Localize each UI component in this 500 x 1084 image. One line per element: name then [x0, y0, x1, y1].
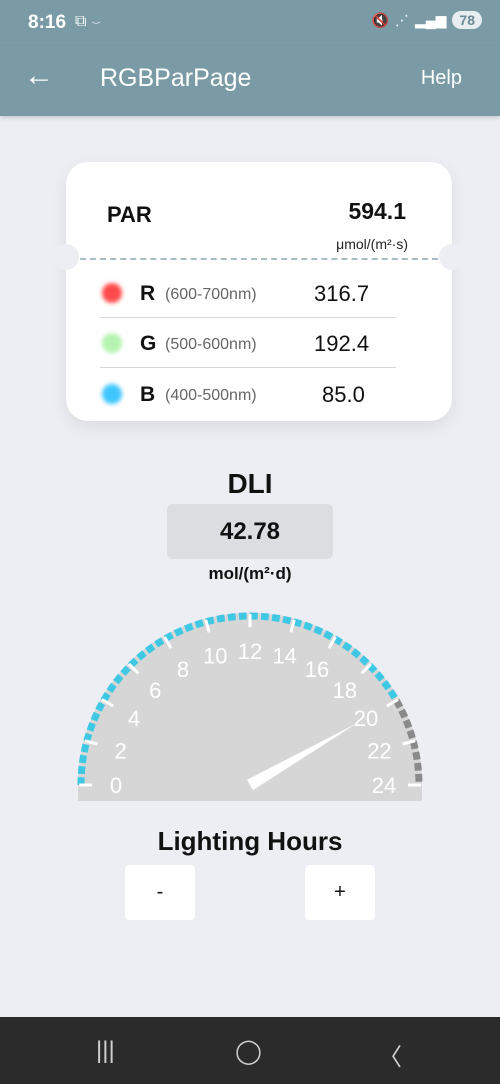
gauge-tick-label: 10: [203, 644, 227, 669]
app-bar: ← RGBParPage Help: [0, 46, 500, 116]
dli-title: DLI: [227, 468, 273, 499]
gauge-tick-label: 0: [110, 773, 122, 798]
gauge-segment: [154, 637, 165, 648]
dli-unit: mol/(m²·d): [208, 564, 292, 583]
status-time: 8:16: [28, 12, 67, 33]
gauge-segment: [86, 722, 96, 732]
status-bar: 8:16 ⧉ ⌣ 🔇 ⋰ ▂▄▆ 78: [0, 0, 500, 46]
card-dashed-divider: [80, 258, 438, 260]
gauge-segment: [77, 765, 86, 775]
rgb-letter: G: [140, 332, 157, 355]
gauge-tick-label: 14: [272, 644, 296, 669]
par-unit: μmol/(m²·s): [336, 236, 408, 252]
gauge-tick-label: 24: [372, 773, 396, 798]
gauge-segment: [323, 630, 334, 641]
gauge-segment: [387, 689, 398, 700]
rgb-range: (400-500nm): [165, 387, 257, 404]
gauge-segment: [359, 655, 370, 666]
card-notch-right: [439, 244, 465, 270]
gauge-segment: [282, 615, 292, 625]
back-arrow-icon[interactable]: ←: [24, 60, 54, 92]
gauge-tick-label: 18: [333, 678, 357, 703]
gauge-segment: [412, 751, 421, 761]
signal-icon: ▂▄▆: [414, 11, 447, 28]
dli-value-box: 42.78: [167, 504, 333, 559]
rgb-value: 192.4: [314, 331, 370, 356]
rgb-range: (600-700nm): [165, 286, 257, 303]
rgb-value: 85.0: [322, 382, 365, 407]
gauge-tick-label: 8: [177, 657, 189, 682]
gauge-segment: [313, 625, 324, 636]
red-dot-icon: [102, 283, 122, 303]
gauge-segment: [402, 718, 413, 729]
gauge-tick-label: 16: [305, 657, 329, 682]
rgb-range: (500-600nm): [165, 336, 257, 353]
gauge-segment: [398, 708, 409, 719]
battery-indicator: 78: [452, 11, 482, 29]
gauge-segment: [350, 648, 362, 659]
gauge-segment: [173, 626, 184, 637]
gauge-segment: [414, 762, 422, 771]
lighting-hours-gauge[interactable]: 0246810 12 141618202224: [70, 600, 430, 810]
gauge-segment: [78, 754, 88, 764]
gauge-segment: [303, 621, 313, 631]
gauge-segment: [90, 711, 101, 722]
screenshot-icon: ⧉ ⌣: [75, 13, 102, 30]
gauge-tick-label: 2: [114, 738, 126, 763]
gauge-tick-label: 6: [149, 678, 161, 703]
mute-icon: 🔇: [371, 11, 389, 28]
gauge-segment: [120, 665, 131, 676]
dli-value: 42.78: [219, 517, 281, 545]
rgb-row-red: R (600-700nm) 316.7: [100, 267, 396, 318]
gauge-segment: [95, 701, 106, 712]
gauge-segment: [341, 641, 353, 652]
increase-hours-button[interactable]: +: [305, 865, 375, 920]
par-value: 594.1: [348, 198, 406, 224]
gauge-segment: [216, 614, 226, 623]
gauge-tick-label: 20: [354, 706, 378, 731]
gauge-tick-label: 22: [367, 738, 391, 763]
gauge-segment: [144, 643, 156, 654]
home-icon[interactable]: ◯: [235, 1037, 262, 1066]
gauge-segment: [136, 650, 147, 661]
back-nav-icon[interactable]: 〈: [378, 1037, 402, 1072]
gauge-segment: [194, 619, 205, 629]
gauge-segment: [183, 622, 194, 633]
gauge-segment: [227, 613, 236, 621]
gauge-segment: [260, 612, 270, 621]
gauge-segment: [406, 729, 416, 740]
recent-apps-icon[interactable]: |||: [96, 1037, 115, 1065]
lighting-hours-title: Lighting Hours: [157, 826, 343, 856]
rgb-row-green: G (500-600nm) 192.4: [100, 317, 396, 368]
wifi-icon: ⋰: [394, 11, 409, 28]
green-dot-icon: [102, 333, 122, 353]
gauge-tick-label: 12: [238, 639, 262, 664]
par-label: PAR: [107, 202, 152, 227]
blue-dot-icon: [102, 384, 122, 404]
gauge-segment: [271, 613, 281, 623]
help-button[interactable]: Help: [421, 67, 462, 90]
rgb-row-blue: B (400-500nm) 85.0: [100, 368, 396, 418]
gauge-segment: [374, 671, 385, 682]
status-icons: 🔇 ⋰ ▂▄▆ 78: [372, 11, 482, 29]
rgb-letter: B: [140, 383, 156, 406]
decrease-hours-button[interactable]: -: [125, 865, 195, 920]
card-notch-left: [53, 244, 79, 270]
rgb-letter: R: [140, 282, 156, 305]
rgb-value: 316.7: [314, 281, 370, 306]
gauge-segment: [80, 743, 90, 753]
page-title: RGBParPage: [100, 64, 252, 92]
gauge-segment: [113, 673, 124, 685]
par-card: PAR 594.1 μmol/(m²·s) R (600-700nm) 316.…: [53, 162, 465, 421]
gauge-tick-label: 4: [128, 706, 140, 731]
gauge-segment: [106, 682, 117, 694]
system-nav-bar: ||| ◯ 〈: [0, 1017, 500, 1084]
gauge-segment: [381, 679, 392, 691]
